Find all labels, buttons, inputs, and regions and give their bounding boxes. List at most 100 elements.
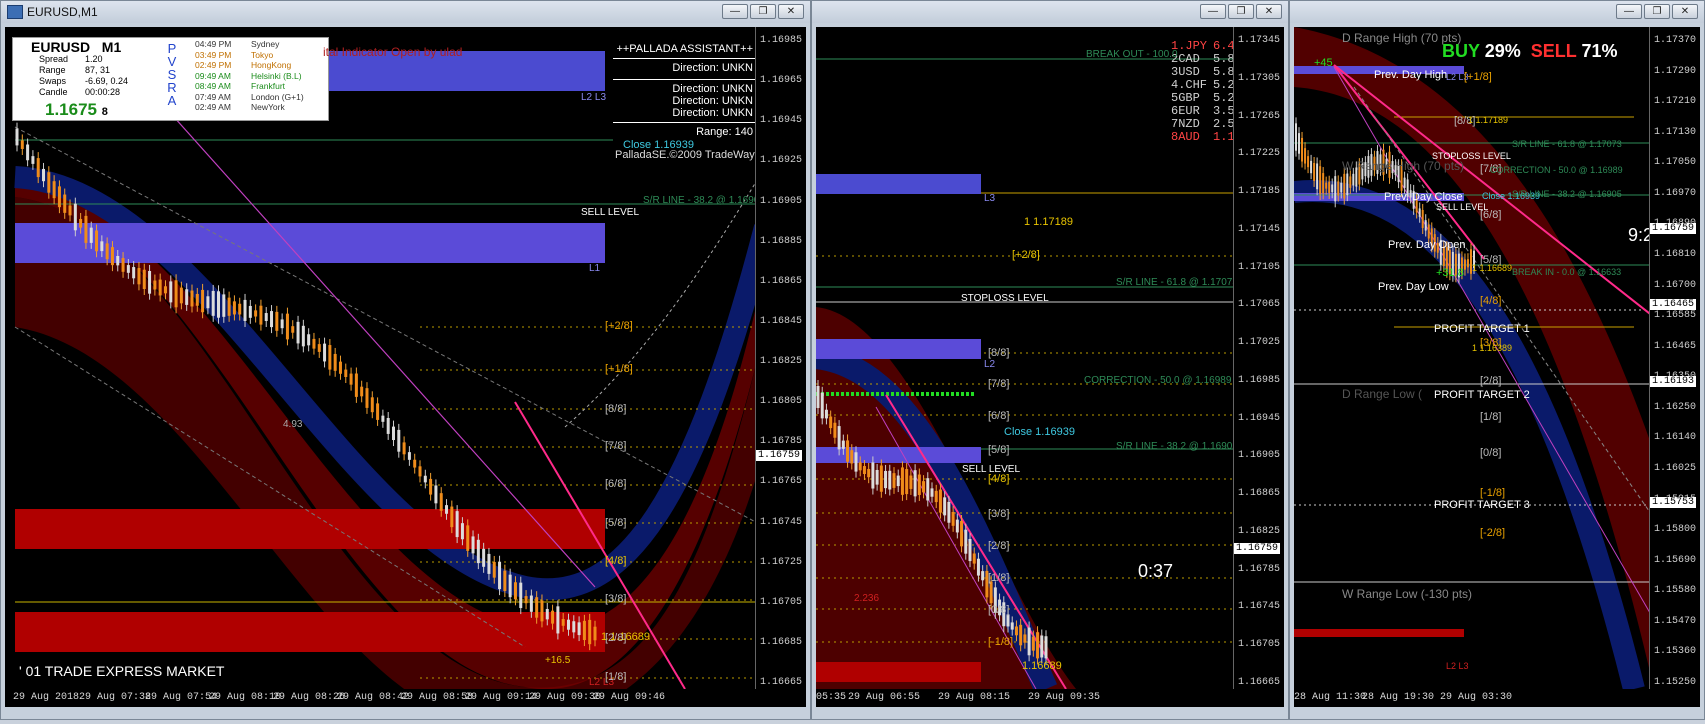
candle-body (190, 290, 194, 307)
candle-body (73, 203, 77, 231)
candle-body (153, 280, 157, 290)
candle-body (1010, 622, 1014, 630)
candle-body (1044, 636, 1048, 659)
candle-body (947, 501, 951, 523)
prev-day-open-label: Prev. Day Open (1388, 239, 1466, 251)
window-titlebar[interactable]: EURUSD,M1 — ❐ ✕ (1, 1, 810, 23)
session-city: Tokyo (251, 49, 274, 60)
spread-value: 1.20 (85, 54, 103, 64)
candle-body (201, 289, 205, 313)
window-titlebar[interactable]: — ❐ ✕ (812, 1, 1288, 23)
candle-body (31, 156, 35, 164)
restore-button[interactable]: ❐ (1228, 4, 1254, 19)
candle-body (57, 186, 61, 208)
candle-body (26, 144, 30, 161)
chart-window-3[interactable]: — ❐ ✕ BUY 29% SELL 71% D Range High (70 … (1289, 0, 1705, 720)
indicator-value: 2.236 (854, 593, 880, 604)
time-tick: 29 Aug 08:26 (273, 692, 346, 703)
window-titlebar[interactable]: — ❐ ✕ (1290, 1, 1704, 23)
currency-strength-row: 6EUR 3.57 (1171, 104, 1242, 118)
time-tick: 29 Aug 09:46 (593, 692, 666, 703)
price-tick: 1.17370 (1653, 35, 1696, 46)
murrey-level-label: [8/8] (605, 403, 627, 415)
currency-name: 6EUR (1171, 104, 1200, 118)
candle-body (434, 485, 438, 504)
price-chart-2[interactable]: 1.JPY 6.43 2CAD 5.86 3USD 5.86 4.CHF 5.29 5GBP 5.… (816, 27, 1284, 689)
time-tick: 29 Aug 09:14 (465, 692, 538, 703)
candle-body (884, 470, 888, 489)
candle-body (270, 311, 274, 328)
candle-body (930, 488, 934, 497)
candle-body (1040, 635, 1044, 658)
time-tick: 05:35 (816, 692, 847, 703)
candle-body (110, 247, 114, 266)
price-chart-3[interactable]: BUY 29% SELL 71% D Range High (70 pts) +4… (1294, 27, 1700, 689)
murrey-label: [+2/8] (1012, 249, 1040, 261)
restore-button[interactable]: ❐ (750, 4, 776, 19)
profit-target-label: PROFIT TARGET 1 (1434, 323, 1530, 335)
candle-body (854, 452, 858, 472)
swaps-label: Swaps (39, 76, 67, 86)
currency-name: 8AUD (1171, 130, 1200, 144)
chart-window-eurusd[interactable]: EURUSD,M1 — ❐ ✕ EURUSD M1 Spread 1.20 Ra… (0, 0, 811, 720)
murrey-level-label: [6/8] (988, 410, 1010, 422)
price-tick: 1.16970 (1653, 187, 1696, 199)
murrey-level-label: [7/8] (605, 440, 627, 452)
price-scale[interactable]: 1.17370 1.17290 1.17210 1.17130 1.17050 1.169… (1649, 27, 1700, 689)
price-chart-1[interactable]: EURUSD M1 Spread 1.20 Range 87, 31 Swaps… (5, 27, 806, 689)
candle-body (413, 459, 417, 468)
minimize-button[interactable]: — (1200, 4, 1226, 19)
price-tick: 1.17345 (1237, 35, 1280, 46)
session-time: 04:49 PM (195, 39, 232, 49)
l3-label: L3 (984, 193, 996, 204)
candle-body (450, 506, 454, 528)
time-axis[interactable]: 28 Aug 11:30 28 Aug 19:30 29 Aug 03:30 (1294, 689, 1700, 707)
candle-body (349, 373, 353, 385)
candle-label: Candle (39, 87, 68, 97)
price-scale[interactable]: 1.17345 1.17305 1.17265 1.17225 1.17185 1.171… (1233, 27, 1284, 689)
candle-body (535, 597, 539, 618)
time-axis[interactable]: 05:35 29 Aug 06:55 29 Aug 08:15 29 Aug 09:3… (816, 689, 1284, 707)
d-range-high-label: D Range High (70 pts) (1342, 31, 1462, 45)
price-tick: 1.17050 (1653, 157, 1696, 169)
restore-button[interactable]: ❐ (1644, 4, 1670, 19)
swaps-value: -6.69, 0.24 (85, 76, 129, 86)
close-button[interactable]: ✕ (1256, 4, 1282, 19)
price-scale[interactable]: 1.16985 1.16965 1.16945 1.16925 1.16905 1.168… (755, 27, 806, 689)
price-tick: 1.16700 (1653, 279, 1696, 291)
price-tick: 1.16250 (1653, 401, 1696, 413)
close-button[interactable]: ✕ (1672, 4, 1698, 19)
murrey-level-label: [6/8] (605, 478, 627, 490)
candle-body (1014, 626, 1018, 636)
session-time: 09:49 AM (195, 70, 231, 81)
murrey-level-label: [7/8] (988, 378, 1010, 390)
price-tick: 1.16785 (759, 436, 802, 448)
trade-express-text: ' 01 TRADE EXPRESS MARKET (19, 663, 225, 679)
candle-body (126, 265, 130, 273)
time-axis[interactable]: 29 Aug 2018 29 Aug 07:38 29 Aug 07:54 29 Au… (5, 689, 806, 707)
candle-body (354, 373, 358, 397)
chart-window-2[interactable]: — ❐ ✕ 1.JPY 6.43 2CAD 5.86 3USD 5.86 4.C… (811, 0, 1289, 720)
candle-body (498, 561, 502, 590)
candle-body (593, 626, 597, 641)
sell-label: SELL (1530, 41, 1577, 61)
murrey-level-label: [5/8] (605, 517, 627, 529)
candle-body (1023, 634, 1027, 643)
candle-body (1349, 176, 1352, 188)
murrey-level-label: [1/8] (605, 671, 627, 683)
minimize-button[interactable]: — (1616, 4, 1642, 19)
candle-body (829, 416, 833, 429)
candle-body (105, 243, 109, 260)
assistant-direction: Direction: UNKN (613, 107, 755, 123)
close-button[interactable]: ✕ (778, 4, 804, 19)
candle-body (222, 294, 226, 317)
currency-name: 3USD (1171, 65, 1200, 79)
time-tick: 29 Aug 07:54 (145, 692, 218, 703)
prev-day-high-label: Prev. Day High (1374, 69, 1448, 81)
candle-body (972, 553, 976, 564)
price-tick: 1.16705 (759, 596, 802, 608)
minimize-button[interactable]: — (722, 4, 748, 19)
price-tick: 1.15250 (1653, 677, 1696, 688)
candle-body (922, 481, 926, 493)
candle-body (15, 128, 19, 146)
